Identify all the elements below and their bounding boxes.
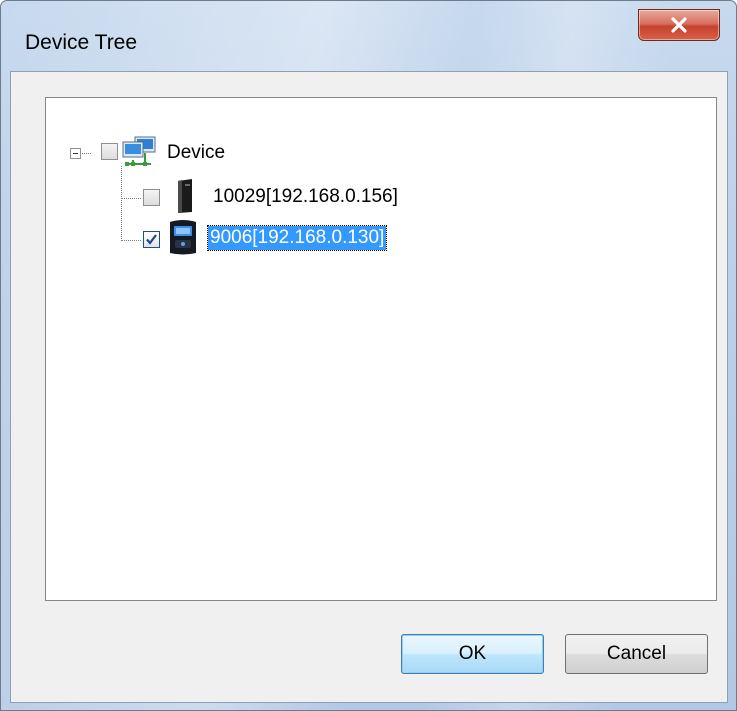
- device-1-label[interactable]: 10029[192.168.0.156]: [213, 186, 398, 208]
- close-icon: [670, 17, 688, 33]
- device-tree-view[interactable]: Device 10029[192.168.0.156] 9006[192.168…: [45, 97, 717, 601]
- title-bar[interactable]: Device Tree: [1, 1, 736, 61]
- tree-connector: [121, 240, 141, 241]
- dialog-client-area: Device 10029[192.168.0.156] 9006[192.168…: [10, 71, 728, 703]
- ok-button[interactable]: OK: [401, 634, 544, 674]
- close-button[interactable]: [638, 9, 720, 41]
- root-checkbox[interactable]: [101, 143, 118, 160]
- device-2-label[interactable]: 9006[192.168.0.130]: [206, 225, 388, 251]
- network-computers-icon: [121, 136, 157, 173]
- device-2-checkbox[interactable]: [143, 231, 160, 248]
- collapse-toggle-icon[interactable]: [70, 148, 81, 159]
- checkmark-icon: [146, 234, 157, 245]
- tree-connector: [121, 166, 122, 241]
- device-1-checkbox[interactable]: [143, 189, 160, 206]
- tower-device-icon: [171, 178, 197, 219]
- tree-connector: [121, 198, 141, 199]
- tree-node-root-label[interactable]: Device: [167, 142, 225, 164]
- window-title: Device Tree: [25, 31, 138, 54]
- device-tree-dialog: Device Tree Device 10029[192.168.0.156] …: [0, 0, 737, 711]
- cancel-button[interactable]: Cancel: [565, 634, 708, 674]
- terminal-device-icon: [165, 218, 201, 261]
